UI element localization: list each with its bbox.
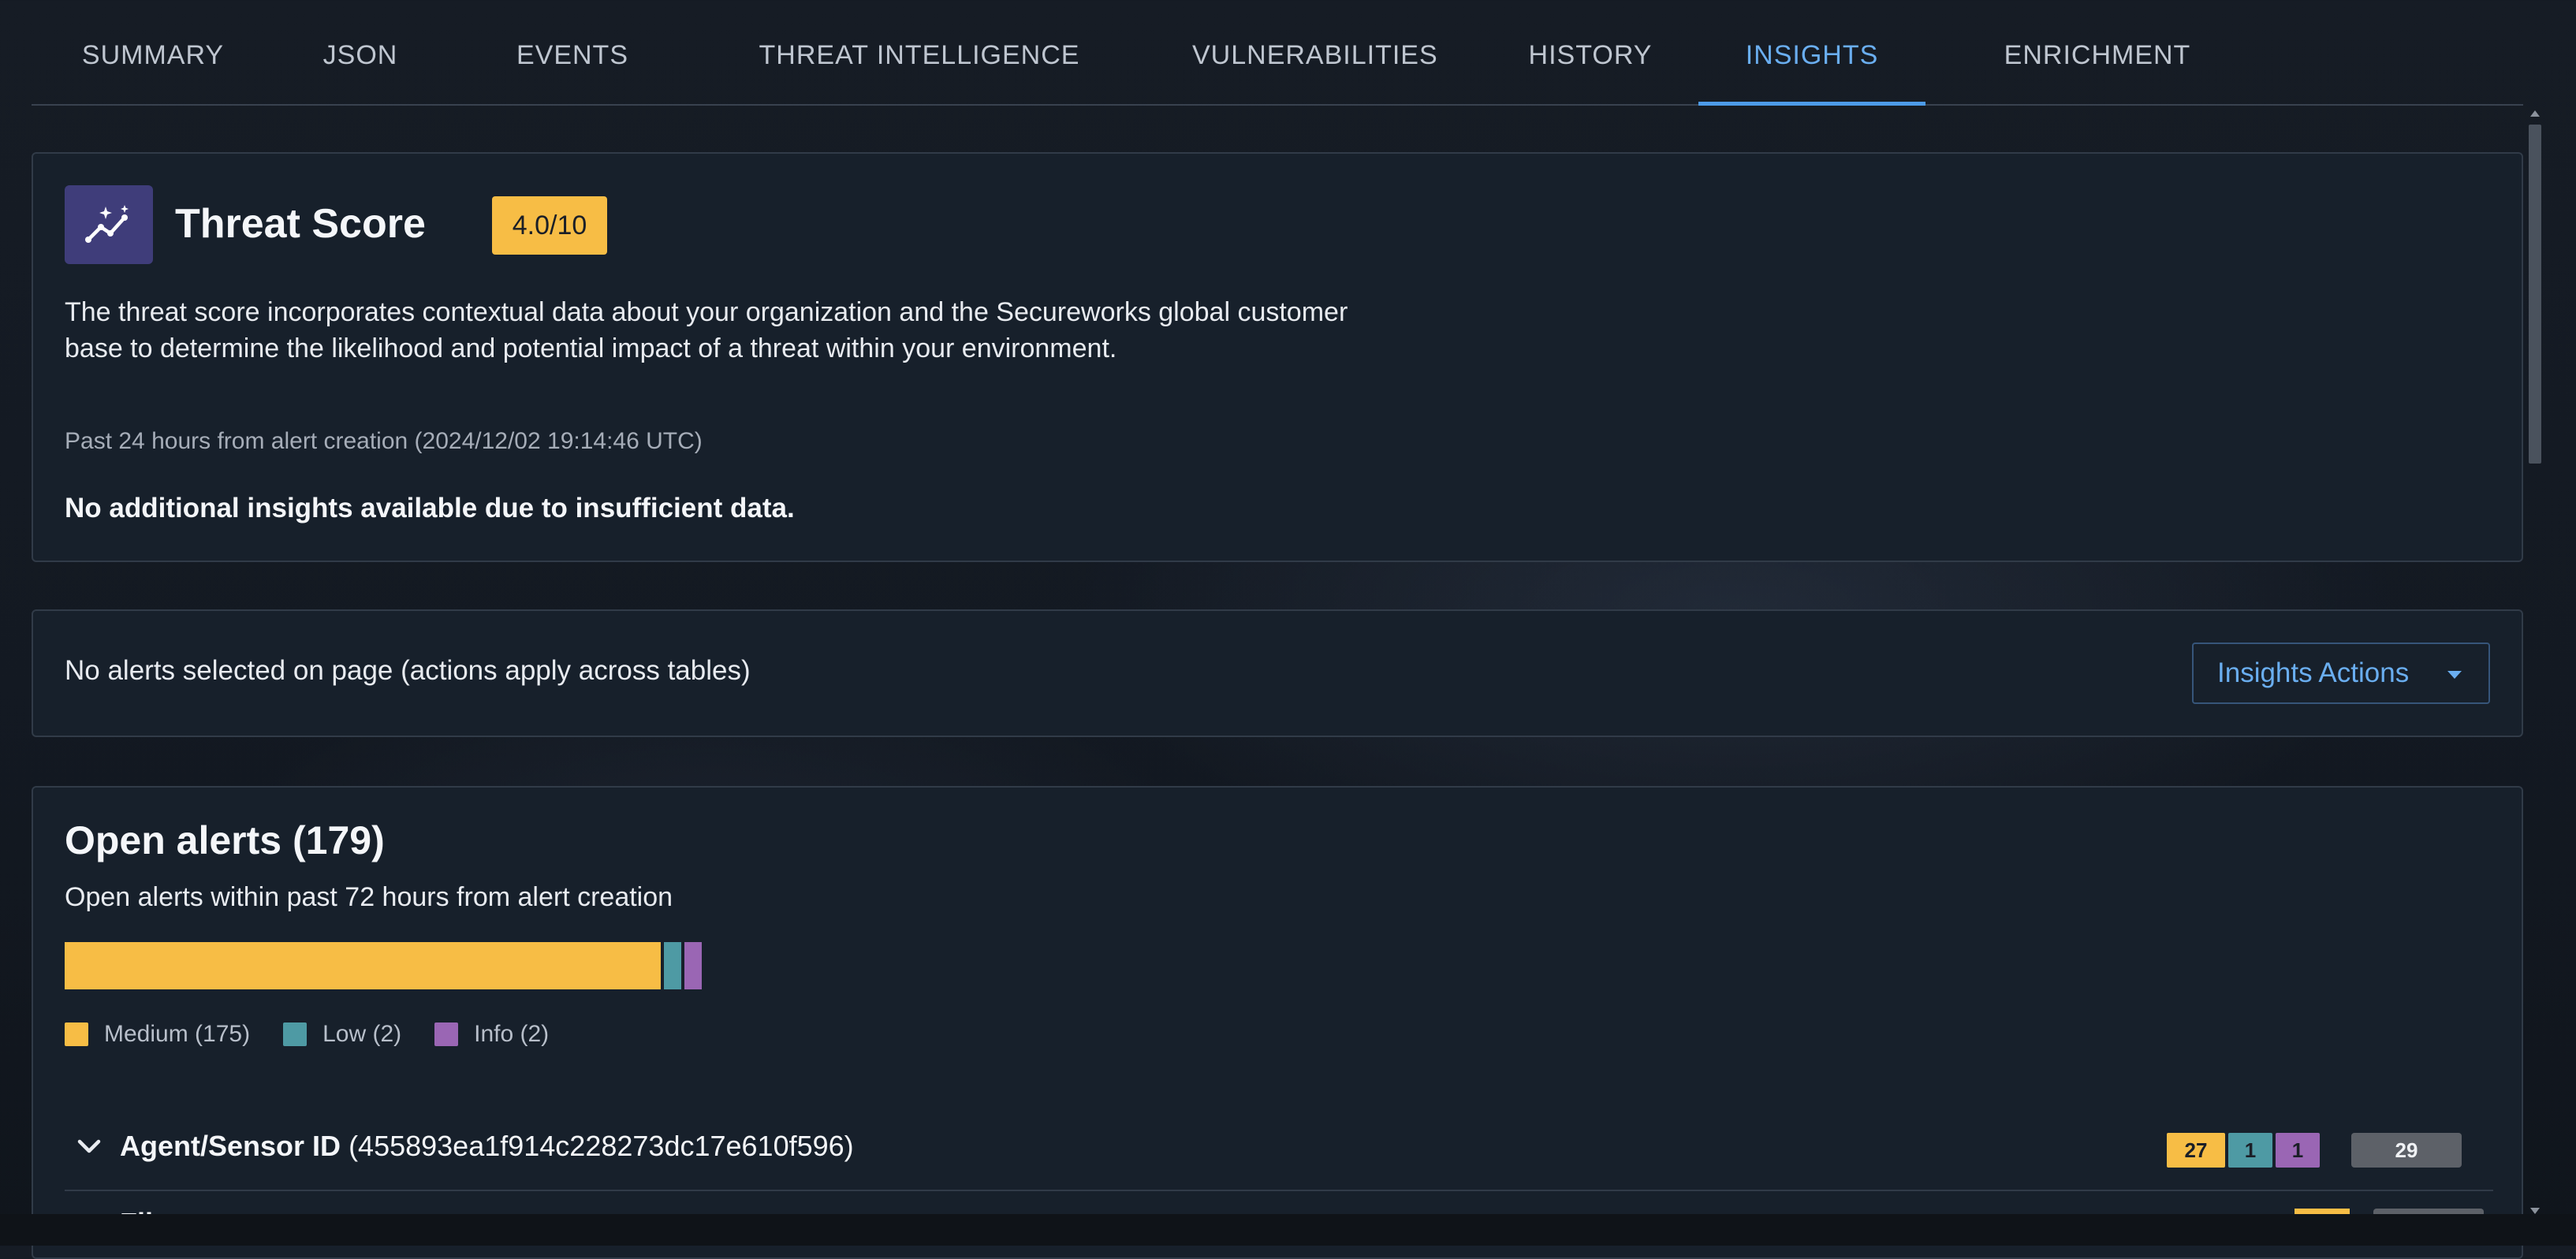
legend-medium: Medium (175) [65, 1021, 250, 1048]
severity-segment-medium [65, 942, 661, 989]
tab-insights[interactable]: INSIGHTS [1698, 0, 1925, 106]
threat-score-card: Threat Score 4.0/10 The threat score inc… [32, 152, 2523, 562]
scrollbar-thumb[interactable] [2529, 125, 2541, 464]
tab-threat-intelligence[interactable]: THREAT INTELLIGENCE (2) [740, 0, 1099, 181]
severity-distribution-bar [65, 942, 702, 989]
legend-low-swatch [283, 1022, 308, 1046]
bottom-bar [0, 1214, 2576, 1246]
count-total: 29 [2351, 1133, 2462, 1168]
count-low: 1 [2228, 1133, 2272, 1168]
insights-actions-button[interactable]: Insights Actions [2192, 643, 2490, 704]
threat-score-badge: 4.0/10 [492, 196, 607, 255]
legend-low-label: Low (2) [322, 1021, 402, 1047]
legend-info: Info (2) [434, 1021, 549, 1048]
legend-info-label: Info (2) [474, 1021, 550, 1047]
threat-score-title: Threat Score [175, 201, 426, 247]
alert-group-counts: 27 1 1 29 [2164, 1133, 2462, 1168]
count-info: 1 [2276, 1133, 2320, 1168]
legend-low: Low (2) [283, 1021, 401, 1048]
tab-summary[interactable]: SUMMARY [79, 0, 227, 104]
tab-enrichment[interactable]: ENRICHMENT [1971, 0, 2224, 104]
tab-events[interactable]: EVENTS (2) [497, 0, 648, 181]
tab-bar: SUMMARY JSON EVENTS (2) THREAT INTELLIGE… [32, 0, 2523, 181]
severity-legend: Medium (175) Low (2) Info (2) [65, 1021, 582, 1048]
threat-score-timeframe: Past 24 hours from alert creation (2024/… [65, 428, 703, 454]
legend-medium-swatch [65, 1022, 88, 1046]
caret-down-icon [2447, 671, 2462, 679]
sparkle-chart-icon [65, 185, 153, 264]
alert-group-field: Agent/Sensor ID [120, 1130, 341, 1162]
scrollbar[interactable] [2526, 110, 2544, 1214]
tab-history[interactable]: HISTORY [1528, 0, 1653, 104]
insights-actions-label: Insights Actions [2217, 657, 2410, 688]
legend-info-swatch [434, 1022, 459, 1046]
alert-group-value: (455893ea1f914c228273dc17e610f596) [349, 1130, 854, 1162]
threat-score-description: The threat score incorporates contextual… [65, 297, 1348, 363]
legend-medium-label: Medium (175) [104, 1021, 251, 1047]
chevron-down-icon[interactable] [76, 1133, 103, 1164]
scroll-up-arrow-icon[interactable] [2530, 110, 2540, 117]
selection-status: No alerts selected on page (actions appl… [65, 655, 751, 686]
tab-vulnerabilities[interactable]: VULNERABILITIES [1192, 0, 1437, 104]
alert-group-label: Agent/Sensor ID (455893ea1f914c228273dc1… [120, 1130, 854, 1163]
open-alerts-subtitle: Open alerts within past 72 hours from al… [65, 882, 673, 912]
tab-json[interactable]: JSON [322, 0, 399, 104]
severity-segment-low [664, 942, 681, 989]
severity-segment-info [684, 942, 702, 989]
scroll-down-arrow-icon[interactable] [2530, 1208, 2540, 1214]
insights-actions-card: No alerts selected on page (actions appl… [32, 609, 2523, 737]
open-alerts-card: Open alerts (179) Open alerts within pas… [32, 786, 2523, 1259]
insufficient-data-note: No additional insights available due to … [65, 493, 795, 523]
alert-group-row[interactable]: Agent/Sensor ID (455893ea1f914c228273dc1… [65, 1103, 2493, 1191]
open-alerts-title: Open alerts (179) [65, 818, 385, 862]
count-medium: 27 [2167, 1133, 2225, 1168]
